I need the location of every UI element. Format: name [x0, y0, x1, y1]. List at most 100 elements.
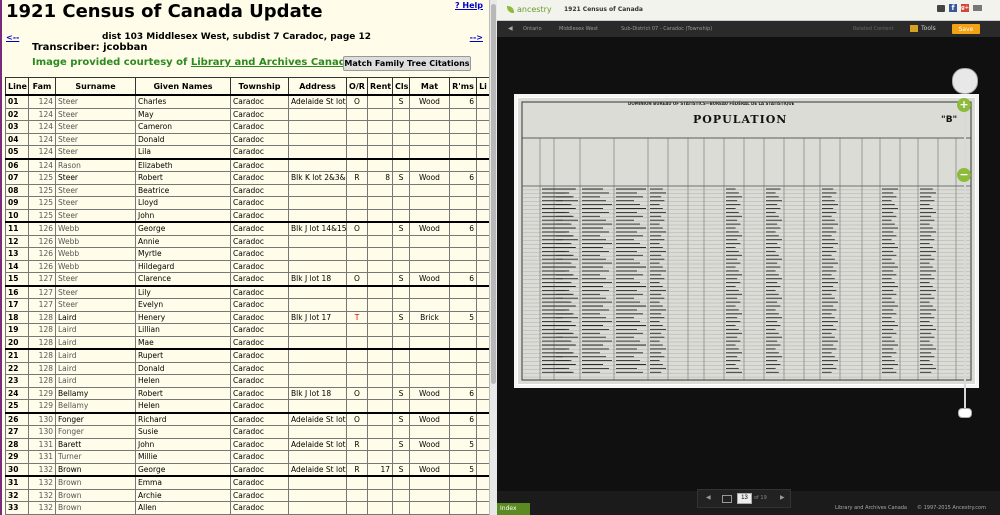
- breadcrumb-district[interactable]: Middlesex West: [559, 26, 598, 32]
- cell-or: [346, 120, 368, 134]
- cell-fam: 128: [28, 348, 56, 363]
- cell-rent: [367, 310, 393, 324]
- table-row[interactable]: 25 129 Bellamy Helen Caradoc: [5, 399, 489, 413]
- save-button[interactable]: Save: [952, 24, 980, 34]
- cell-li: [476, 323, 489, 337]
- archive-link[interactable]: Library and Archives Canada: [191, 57, 353, 68]
- index-button[interactable]: Index: [497, 503, 530, 515]
- table-row[interactable]: 03 124 Steer Cameron Caradoc: [5, 120, 489, 134]
- table-row[interactable]: 10 125 Steer John Caradoc: [5, 208, 489, 223]
- table-row[interactable]: 28 131 Barett John Caradoc Adelaide St lot R S W…: [5, 437, 489, 451]
- table-row[interactable]: 20 128 Laird Mae Caradoc: [5, 335, 489, 350]
- table-row[interactable]: 30 132 Brown George Caradoc Adelaide St lot R 1…: [5, 462, 489, 477]
- cell-line: 04: [5, 132, 29, 146]
- table-row[interactable]: 31 132 Brown Emma Caradoc: [5, 475, 489, 490]
- cell-rms: 6: [449, 94, 477, 109]
- table-row[interactable]: 17 127 Steer Evelyn Caradoc: [5, 298, 489, 312]
- cell-township: Caradoc: [230, 145, 289, 159]
- cell-given: Hildegard: [135, 259, 231, 273]
- table-row[interactable]: 27 130 Fonger Susie Caradoc: [5, 425, 489, 439]
- help-link[interactable]: ? Help: [455, 1, 483, 10]
- next-page-link[interactable]: -->: [470, 33, 483, 42]
- column-header: R'ms: [449, 77, 477, 96]
- table-row[interactable]: 05 124 Steer Lila Caradoc: [5, 145, 489, 159]
- cell-given: May: [135, 107, 231, 121]
- cell-line: 22: [5, 361, 29, 375]
- table-row[interactable]: 19 128 Laird Lillian Caradoc: [5, 323, 489, 337]
- previous-image-icon[interactable]: ◀: [706, 494, 711, 501]
- cell-fam: 130: [28, 411, 56, 426]
- cell-cls: [392, 284, 410, 299]
- mail-icon[interactable]: [973, 5, 982, 11]
- cell-rms: [449, 234, 477, 248]
- cell-rms: 6: [449, 386, 477, 400]
- cell-mat: [409, 361, 450, 375]
- table-row[interactable]: 24 129 Bellamy Robert Caradoc Blk J lot 18 O S W…: [5, 386, 489, 400]
- cell-line: 03: [5, 120, 29, 134]
- table-row[interactable]: 02 124 Steer May Caradoc: [5, 107, 489, 121]
- cell-or: O: [346, 386, 368, 400]
- table-row[interactable]: 06 124 Rason Elizabeth Caradoc: [5, 157, 489, 172]
- tools-menu[interactable]: Tools: [910, 25, 936, 32]
- cell-mat: [409, 399, 450, 413]
- zoom-slider[interactable]: [964, 112, 966, 417]
- cell-line: 11: [5, 221, 29, 236]
- cell-rent: [367, 183, 393, 197]
- census-image[interactable]: DOMINION BUREAU OF STATISTICS—BUREAU FÉD…: [517, 97, 976, 385]
- cell-rent: [367, 437, 393, 451]
- cell-address: [288, 208, 347, 223]
- table-row[interactable]: 15 127 Steer Clarence Caradoc Blk J lot 18 O S W…: [5, 272, 489, 286]
- cell-given: Elizabeth: [135, 157, 231, 172]
- table-row[interactable]: 23 128 Laird Helen Caradoc: [5, 374, 489, 388]
- table-row[interactable]: 11 126 Webb George Caradoc Blk J lot 14&15 O S W…: [5, 221, 489, 236]
- table-row[interactable]: 07 125 Steer Robert Caradoc Blk K lot 2&3&4 R 8…: [5, 171, 489, 185]
- table-row[interactable]: 21 128 Laird Rupert Caradoc: [5, 348, 489, 363]
- cell-township: Caradoc: [230, 183, 289, 197]
- scrollbar[interactable]: [489, 0, 497, 515]
- image-courtesy: Image provided courtesy of Library and A…: [32, 57, 357, 68]
- table-row[interactable]: 09 125 Steer Lloyd Caradoc: [5, 196, 489, 210]
- page-number-input[interactable]: [737, 493, 752, 504]
- cell-line: 24: [5, 386, 29, 400]
- table-row[interactable]: 26 130 Fonger Richard Caradoc Adelaide St lot…: [5, 411, 489, 426]
- related-content-link[interactable]: Related Content: [853, 26, 893, 32]
- next-image-icon[interactable]: ▶: [780, 494, 785, 501]
- zoom-in-icon[interactable]: +: [957, 98, 971, 112]
- table-row[interactable]: 16 127 Steer Lily Caradoc: [5, 284, 489, 299]
- cell-or: [346, 132, 368, 146]
- table-row[interactable]: 29 131 Turner Millie Caradoc: [5, 450, 489, 464]
- print-icon[interactable]: [937, 5, 945, 12]
- table-row[interactable]: 01 124 Steer Charles Caradoc Adelaide St lot O…: [5, 94, 489, 109]
- cell-address: [288, 450, 347, 464]
- back-arrow-icon[interactable]: ◀: [508, 25, 513, 32]
- cell-rms: [449, 348, 477, 363]
- tools-icon: [910, 25, 918, 32]
- cell-surname: Webb: [55, 234, 136, 248]
- facebook-icon[interactable]: f: [949, 4, 957, 12]
- table-row[interactable]: 12 126 Webb Annie Caradoc: [5, 234, 489, 248]
- scrollbar-thumb[interactable]: [491, 4, 496, 384]
- breadcrumb-subdistrict[interactable]: Sub-District 07 - Caradoc (Township): [621, 26, 712, 32]
- zoom-slider-handle[interactable]: [958, 408, 972, 418]
- table-row[interactable]: 08 125 Steer Beatrice Caradoc: [5, 183, 489, 197]
- breadcrumb-province[interactable]: Ontario: [523, 26, 542, 32]
- google-plus-icon[interactable]: g+: [961, 4, 969, 12]
- collection-title[interactable]: 1921 Census of Canada: [564, 6, 643, 13]
- match-citations-button[interactable]: Match Family Tree Citations: [343, 56, 471, 71]
- table-row[interactable]: 14 126 Webb Hildegard Caradoc: [5, 259, 489, 273]
- table-row[interactable]: 18 128 Laird Henery Caradoc Blk J lot 17 T S Bri…: [5, 310, 489, 324]
- cell-township: Caradoc: [230, 335, 289, 350]
- ancestry-logo[interactable]: ancestry: [507, 5, 552, 14]
- table-row[interactable]: 04 124 Steer Donald Caradoc: [5, 132, 489, 146]
- cell-rms: [449, 450, 477, 464]
- table-row[interactable]: 33 132 Brown Allen Caradoc: [5, 501, 489, 515]
- zoom-out-icon[interactable]: −: [957, 168, 971, 182]
- table-row[interactable]: 13 126 Webb Myrtle Caradoc: [5, 247, 489, 261]
- pan-icon[interactable]: [952, 68, 978, 94]
- table-row[interactable]: 32 132 Brown Archie Caradoc: [5, 488, 489, 502]
- previous-page-link[interactable]: <--: [6, 33, 19, 42]
- cell-rent: [367, 247, 393, 261]
- table-row[interactable]: 22 128 Laird Donald Caradoc: [5, 361, 489, 375]
- cell-given: Helen: [135, 374, 231, 388]
- thumbnail-icon[interactable]: [722, 495, 732, 503]
